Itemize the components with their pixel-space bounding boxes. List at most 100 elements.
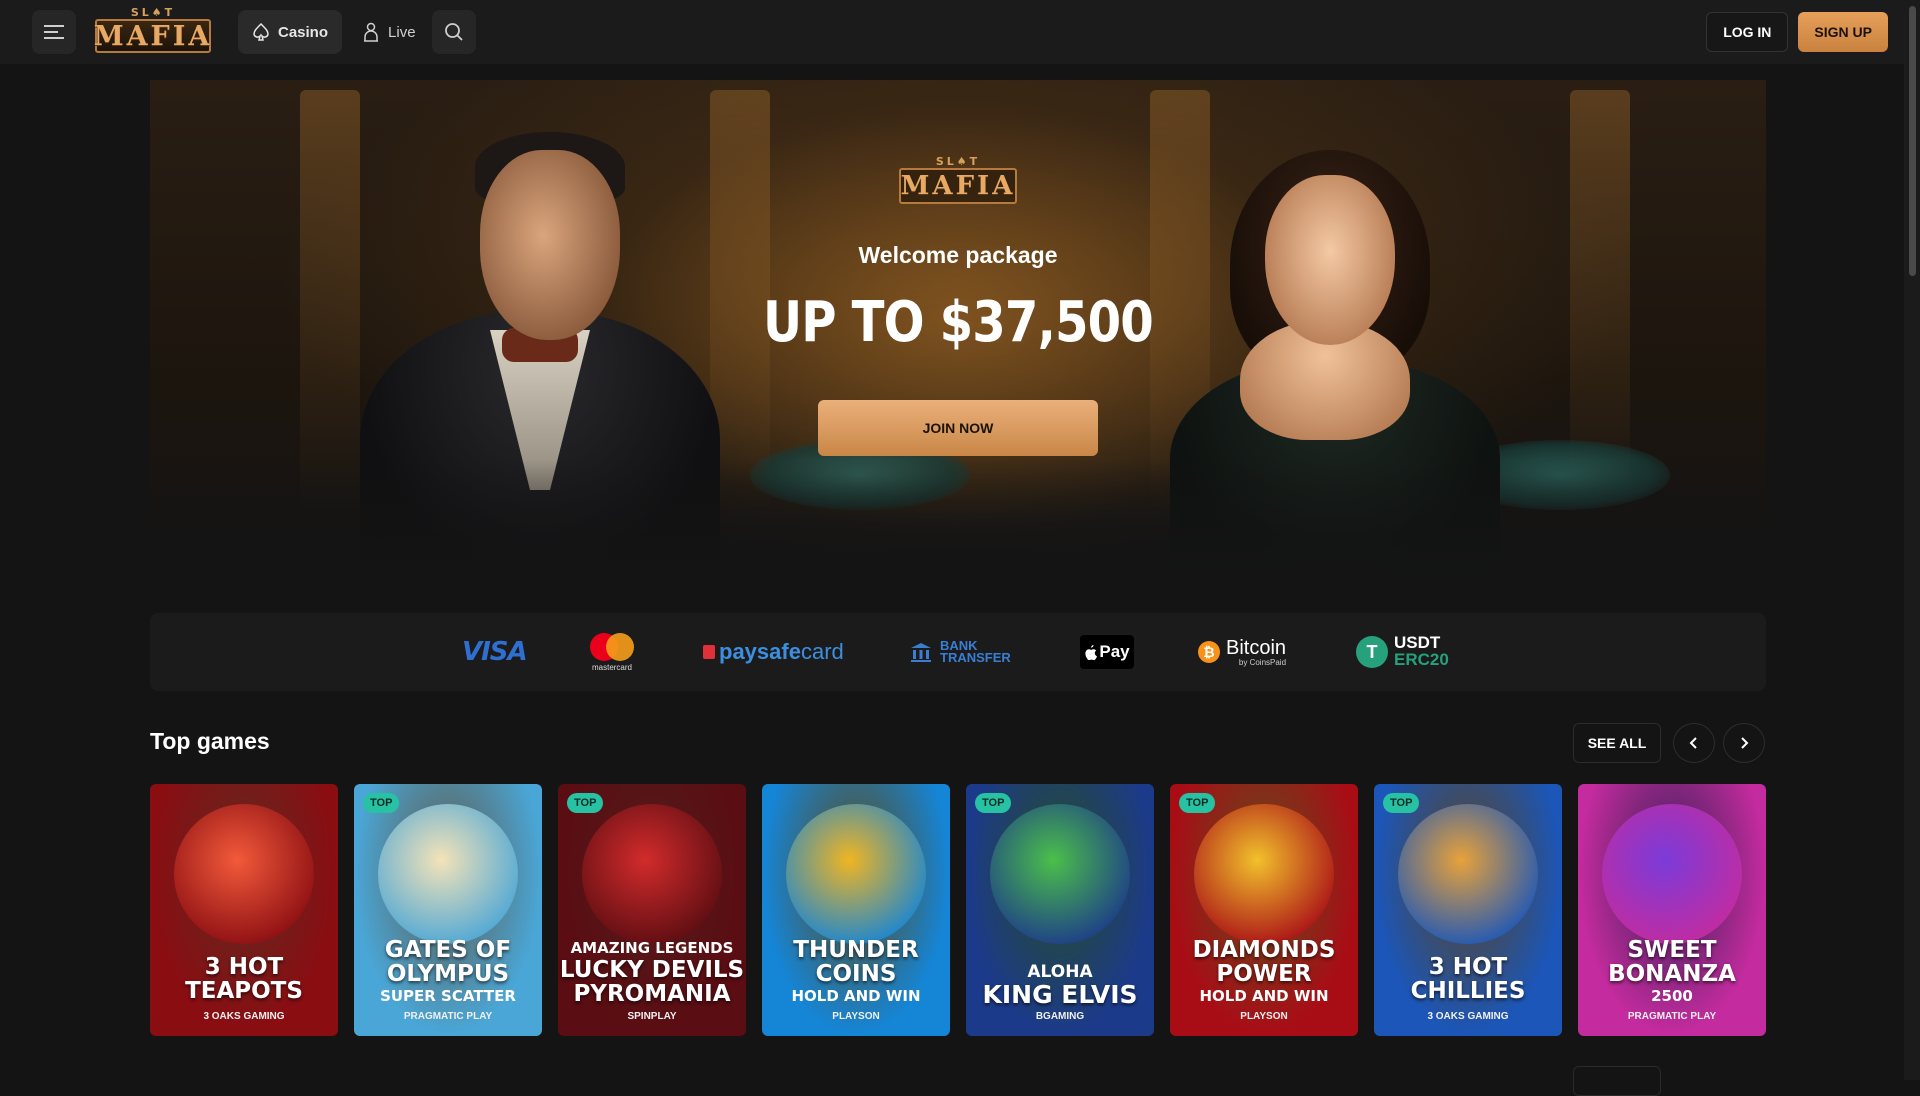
game-artwork	[174, 804, 314, 944]
signup-button[interactable]: SIGN UP	[1798, 12, 1888, 52]
hero-banner: SL♠T MAFIA Welcome package UP TO $37,500…	[150, 80, 1766, 580]
game-subtitle: HOLD AND WIN	[1199, 987, 1329, 1005]
visa-logo: VISA	[462, 637, 528, 667]
game-card[interactable]: TOP AMAZING LEGENDS LUCKY DEVILS PYROMANIA S…	[558, 784, 746, 1036]
top-games-carousel: 3 HOT TEAPOTS 3 OAKS GAMING TOP GATES OF OLYM…	[150, 784, 1766, 1036]
game-title-line1: DIAMONDS	[1192, 937, 1336, 963]
game-card[interactable]: TOP 3 HOT CHILLIES 3 OAKS GAMING	[1374, 784, 1562, 1036]
game-title-line1: KING ELVIS	[982, 980, 1138, 1009]
paysafe-label: paysafe	[719, 639, 801, 664]
dealer-icon	[364, 22, 379, 42]
bitcoin-logo: ₿ Bitcoin by CoinsPaid	[1198, 613, 1286, 691]
usdt-label: USDT	[1394, 633, 1441, 652]
game-title-line2: POWER	[1216, 961, 1312, 987]
game-provider: PRAGMATIC PLAY	[1627, 1011, 1717, 1022]
see-all-button[interactable]: SEE ALL	[1573, 723, 1661, 763]
hero-logo: SL♠T MAFIA	[898, 156, 1018, 204]
game-provider: BGAMING	[1035, 1011, 1085, 1022]
bank-transfer-logo: BANK TRANSFER	[910, 613, 1011, 691]
bitcoin-icon: ₿	[1198, 641, 1220, 663]
menu-button[interactable]	[32, 10, 76, 54]
payment-methods-bar: VISA mastercard paysafe card BANK TRANSFE…	[150, 613, 1766, 691]
login-button[interactable]: LOG IN	[1706, 12, 1789, 52]
apple-icon	[1085, 644, 1098, 660]
game-title-line2: PYROMANIA	[573, 981, 731, 1007]
top-badge: TOP	[1383, 793, 1420, 813]
bank-label-2: TRANSFER	[940, 650, 1011, 665]
game-provider: PLAYSON	[1240, 1011, 1288, 1022]
logo-small-text: SL♠T	[130, 6, 176, 19]
game-title-line2: TEAPOTS	[185, 978, 303, 1004]
section-title-top-games: Top games	[150, 728, 270, 754]
game-card[interactable]: 3 HOT TEAPOTS 3 OAKS GAMING	[150, 784, 338, 1036]
nav-live[interactable]: Live	[350, 10, 428, 54]
game-artwork	[582, 804, 722, 944]
game-provider: SPINPLAY	[627, 1011, 677, 1022]
nav-live-label: Live	[388, 23, 416, 41]
game-artwork	[786, 804, 926, 944]
game-artwork	[990, 804, 1130, 944]
game-title-prefix: AMAZING LEGENDS	[570, 939, 734, 957]
page-scrollbar[interactable]	[1904, 0, 1920, 1080]
game-title-line1: THUNDER	[793, 937, 919, 963]
game-provider: PRAGMATIC PLAY	[403, 1011, 493, 1022]
game-card[interactable]: TOP GATES OF OLYMPUS SUPER SCATTER PRAGMATIC…	[354, 784, 542, 1036]
game-card[interactable]: TOP DIAMONDS POWER HOLD AND WIN PLAYSON	[1170, 784, 1358, 1036]
bank-icon	[911, 643, 931, 662]
top-badge: TOP	[567, 793, 604, 813]
paysafe-card-label: card	[800, 639, 844, 664]
apple-pay-label: Pay	[1099, 642, 1130, 661]
hero-fade	[150, 460, 1766, 580]
game-title-prefix: ALOHA	[1027, 962, 1093, 982]
game-title-line2: BONANZA	[1608, 961, 1736, 987]
game-artwork	[1398, 804, 1538, 944]
top-badge: TOP	[363, 793, 400, 813]
top-badge: TOP	[975, 793, 1012, 813]
game-card[interactable]: TOP ALOHA KING ELVIS BGAMING	[966, 784, 1154, 1036]
hero-bonus-amount: UP TO $37,500	[763, 290, 1154, 355]
paysafecard-logo: paysafe card	[703, 613, 844, 691]
game-title-line2: COINS	[815, 961, 897, 987]
mastercard-logo: mastercard	[590, 613, 634, 691]
search-button[interactable]	[431, 10, 476, 54]
search-icon	[444, 23, 463, 41]
site-logo[interactable]: SL♠T MAFIA	[92, 7, 214, 57]
hero-logo-main-text: MAFIA	[899, 168, 1017, 204]
game-title-line2: CHILLIES	[1410, 978, 1526, 1004]
top-badge: TOP	[1179, 793, 1216, 813]
game-provider: PLAYSON	[832, 1011, 880, 1022]
game-subtitle: 2500	[1651, 987, 1693, 1005]
nav-casino[interactable]: Casino	[238, 10, 343, 54]
game-card[interactable]: SWEET BONANZA 2500 PRAGMATIC PLAY	[1578, 784, 1766, 1036]
game-subtitle: HOLD AND WIN	[791, 987, 921, 1005]
logo-main-text: MAFIA	[93, 19, 213, 53]
game-provider: 3 OAKS GAMING	[203, 1011, 285, 1022]
game-artwork	[1602, 804, 1742, 944]
game-title-line1: SWEET	[1627, 937, 1717, 963]
chevron-left-icon	[1689, 737, 1697, 749]
coinspaid-label: by CoinsPaid	[1238, 657, 1287, 667]
hero-subtitle: Welcome package	[858, 242, 1058, 268]
game-subtitle: SUPER SCATTER	[380, 987, 516, 1005]
game-card[interactable]: THUNDER COINS HOLD AND WIN PLAYSON	[762, 784, 950, 1036]
carousel-prev-button[interactable]	[1673, 723, 1715, 763]
mastercard-label: mastercard	[591, 662, 632, 672]
mastercard-icon	[590, 632, 634, 661]
lock-icon	[703, 645, 715, 659]
game-title-line1: 3 HOT	[1428, 954, 1508, 980]
game-provider: 3 OAKS GAMING	[1427, 1011, 1509, 1022]
bitcoin-label: Bitcoin	[1226, 636, 1287, 659]
scrollbar-thumb[interactable]	[1909, 6, 1916, 276]
carousel-next-button[interactable]	[1723, 723, 1765, 763]
next-section-button[interactable]	[1573, 1066, 1661, 1096]
top-header: SL♠T MAFIA Casino Live LOG IN SIGN UP	[0, 0, 1920, 64]
chevron-right-icon	[1741, 737, 1749, 749]
spade-icon	[253, 23, 269, 41]
game-title-line1: 3 HOT	[204, 954, 284, 980]
game-title-line1: LUCKY DEVILS	[559, 957, 745, 983]
usdt-logo: T USDT ERC20	[1356, 613, 1449, 691]
game-title-line1: GATES OF	[384, 937, 512, 963]
nav-casino-label: Casino	[278, 23, 329, 41]
join-now-button[interactable]: JOIN NOW	[818, 400, 1098, 456]
hamburger-icon	[44, 25, 64, 39]
